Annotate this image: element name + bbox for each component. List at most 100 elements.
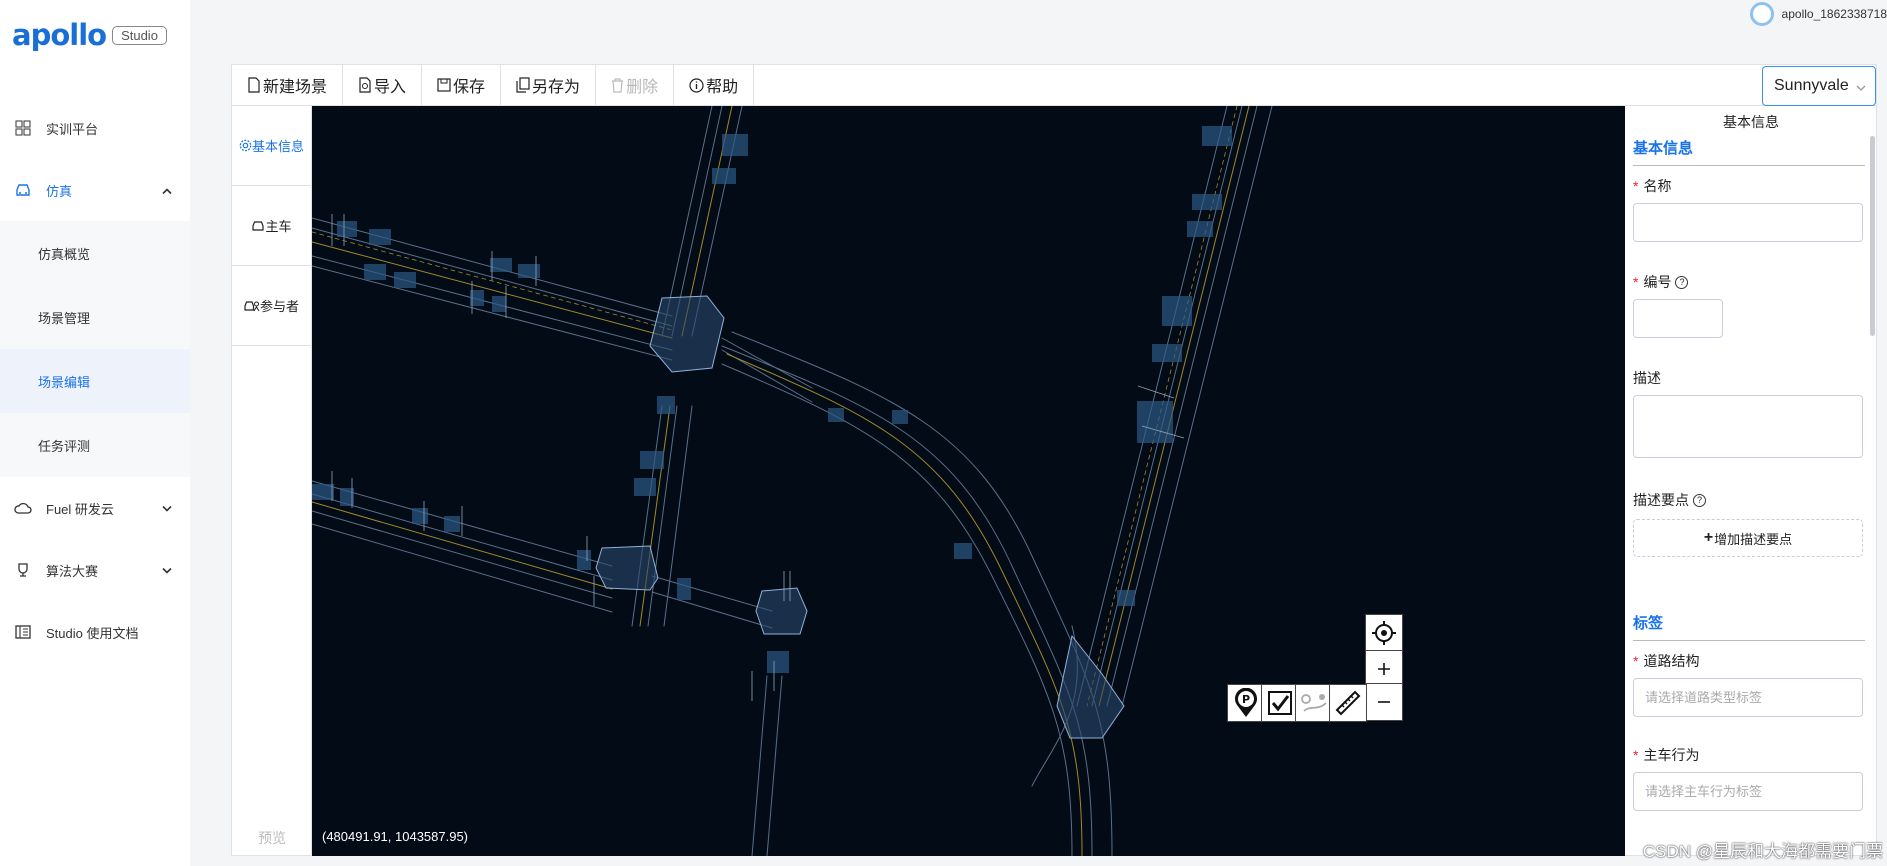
form-title: 基本信息 <box>1723 114 1779 130</box>
city-select[interactable]: Sunnyvale <box>1762 66 1876 106</box>
map-canvas[interactable]: (480491.91, 1043587.95) P <box>312 106 1625 856</box>
nav-item-contest[interactable]: 算法大赛 <box>0 539 190 601</box>
form-scrollbar[interactable] <box>1870 136 1875 336</box>
studio-badge: Studio <box>112 25 167 45</box>
svg-text:P: P <box>1242 693 1250 706</box>
tab-basic-info[interactable]: 基本信息 <box>232 106 311 186</box>
file-icon <box>248 77 260 93</box>
user-menu[interactable]: apollo_1862338718 <box>1749 2 1887 26</box>
import-icon <box>359 77 371 93</box>
participants-icon <box>244 300 260 311</box>
road-structure-select[interactable]: 请选择道路类型标签 <box>1633 678 1863 717</box>
trash-icon <box>612 77 624 93</box>
sidebar: apollo Studio 实训平台 仿真 仿真概览 场景管理 场景编辑 任务评… <box>0 0 190 866</box>
copy-icon <box>516 77 530 93</box>
subnav-item-scene-edit[interactable]: 场景编辑 <box>0 349 190 413</box>
nav-item-simulation[interactable]: 仿真 <box>0 159 190 221</box>
subnav-item-overview[interactable]: 仿真概览 <box>0 221 190 285</box>
delete-button[interactable]: 删除 <box>596 65 675 105</box>
ego-behavior-select[interactable]: 请选择主车行为标签 <box>1633 772 1863 811</box>
minus-icon <box>1378 701 1390 703</box>
nav-label: 仿真 <box>46 183 73 199</box>
plus-icon: + <box>1703 529 1714 546</box>
route-icon <box>1301 694 1327 712</box>
save-as-label: 另存为 <box>532 79 581 96</box>
key-points-label-text: 描述要点 <box>1633 492 1689 508</box>
apollo-logo[interactable]: apollo Studio <box>12 18 167 52</box>
editor-tabs: 基本信息 主车 参与者 预览 <box>232 106 312 856</box>
car-icon <box>252 220 265 231</box>
tab-ego-car[interactable]: 主车 <box>232 186 311 266</box>
cloud-icon <box>13 498 33 518</box>
preview-button[interactable]: 预览 <box>232 828 312 848</box>
name-input[interactable] <box>1633 203 1863 242</box>
ego-behavior-label: * 主车行为 <box>1633 747 1700 763</box>
section-basic-info: 基本信息 <box>1633 137 1865 166</box>
intersection <box>595 545 659 591</box>
ruler-icon <box>1335 690 1361 716</box>
help-label: 帮助 <box>706 79 739 96</box>
parking-point-button[interactable]: P <box>1227 684 1265 722</box>
zoom-out-button[interactable] <box>1365 683 1403 721</box>
scene-editor-panel: 新建场景 导入 保存 另存为 删除 帮助 Sunnyvale 基本信息 主车 参… <box>231 64 1877 856</box>
gear-icon <box>239 139 252 152</box>
id-label: * 编号? <box>1633 272 1877 292</box>
logo-text: apollo <box>12 18 107 52</box>
nav-item-fuel[interactable]: Fuel 研发云 <box>0 477 190 539</box>
nav-item-docs[interactable]: Studio 使用文档 <box>0 601 190 663</box>
plus-icon <box>1378 663 1390 675</box>
info-icon <box>689 77 704 93</box>
description-textarea[interactable] <box>1633 395 1863 458</box>
new-scene-button[interactable]: 新建场景 <box>232 65 344 105</box>
import-button[interactable]: 导入 <box>343 65 423 105</box>
nav-label: 算法大赛 <box>46 563 99 579</box>
save-button[interactable]: 保存 <box>422 65 502 105</box>
section-tags: 标签 <box>1633 612 1865 641</box>
nav-label: Studio 使用文档 <box>46 625 139 641</box>
question-icon[interactable]: ? <box>1693 493 1706 507</box>
ruler-button[interactable] <box>1329 684 1367 722</box>
chevron-down-icon <box>162 501 172 516</box>
parking-pin-icon: P <box>1235 688 1257 717</box>
checkbox-icon <box>1268 691 1292 715</box>
tab-label: 参与者 <box>259 299 299 314</box>
city-value: Sunnyvale <box>1774 77 1849 94</box>
nav-label: 实训平台 <box>46 121 99 137</box>
delete-label: 删除 <box>626 79 659 96</box>
check-point-button[interactable] <box>1261 684 1299 722</box>
road-structure-placeholder: 请选择道路类型标签 <box>1645 690 1763 705</box>
tab-label: 主车 <box>265 219 292 234</box>
save-icon <box>437 78 451 92</box>
crosshair-icon <box>1372 621 1396 645</box>
doc-icon <box>13 622 33 642</box>
add-key-point-button[interactable]: + 增加描述要点 <box>1633 519 1863 557</box>
description-label-text: 描述 <box>1633 370 1661 386</box>
simulation-subnav: 仿真概览 场景管理 场景编辑 任务评测 <box>0 221 190 477</box>
subnav-item-task-eval[interactable]: 任务评测 <box>0 413 190 477</box>
nav-item-training[interactable]: 实训平台 <box>0 97 190 159</box>
intersection <box>755 587 808 635</box>
save-label: 保存 <box>453 79 486 96</box>
locate-button[interactable] <box>1365 614 1403 652</box>
description-label: 描述 <box>1633 368 1877 388</box>
tab-participants[interactable]: 参与者 <box>232 266 311 346</box>
chevron-down-icon <box>162 563 172 578</box>
grid-icon <box>13 118 33 138</box>
save-as-button[interactable]: 另存为 <box>501 65 597 105</box>
intersection <box>649 295 725 373</box>
new-scene-label: 新建场景 <box>263 79 328 96</box>
route-button[interactable] <box>1295 684 1333 722</box>
ego-behavior-placeholder: 请选择主车行为标签 <box>1645 784 1763 799</box>
nav-label: Fuel 研发云 <box>46 501 114 517</box>
road-segment <box>312 217 813 403</box>
main-nav: 实训平台 仿真 仿真概览 场景管理 场景编辑 任务评测 Fuel 研发云 算法大… <box>0 97 190 663</box>
id-input[interactable] <box>1633 299 1723 338</box>
help-button[interactable]: 帮助 <box>674 65 755 105</box>
question-icon[interactable]: ? <box>1675 275 1689 289</box>
subnav-item-scene-manage[interactable]: 场景管理 <box>0 285 190 349</box>
chevron-up-icon <box>162 183 172 198</box>
chevron-down-icon <box>1856 79 1866 97</box>
ego-behavior-label-text: 主车行为 <box>1643 747 1700 763</box>
stop-lines <box>331 214 1185 701</box>
import-label: 导入 <box>374 79 407 96</box>
